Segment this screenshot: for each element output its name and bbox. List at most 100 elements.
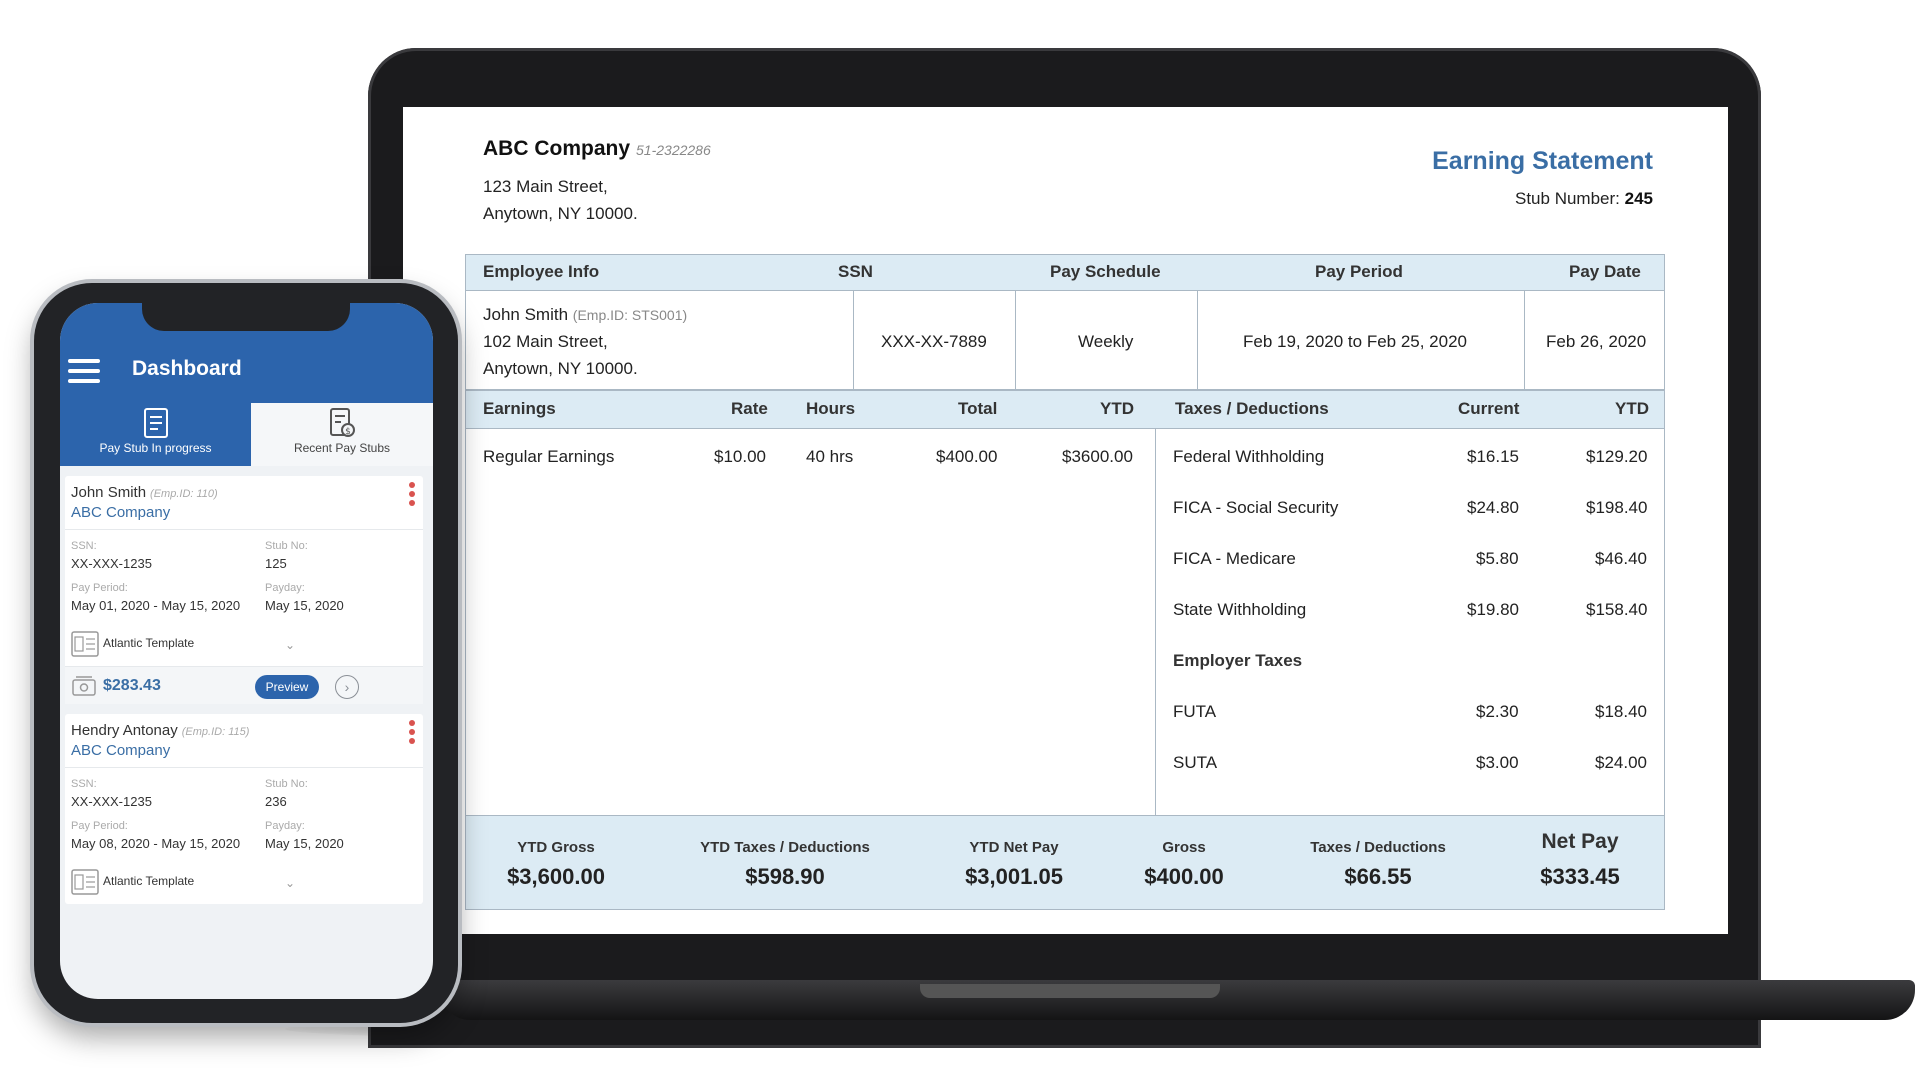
employee-pay-date: Feb 26, 2020 bbox=[1546, 332, 1647, 351]
statement-title: Earning Statement bbox=[1432, 147, 1653, 175]
card-period-label: Pay Period: bbox=[71, 582, 128, 594]
header-ssn: SSN bbox=[838, 262, 873, 281]
employee-name: John Smith bbox=[483, 305, 569, 324]
summary-panel bbox=[465, 815, 1665, 910]
card-employee-name: Hendry Antonay bbox=[71, 722, 178, 739]
card-template: Atlantic Template bbox=[103, 874, 195, 888]
card-employee-id: (Emp.ID: 115) bbox=[181, 726, 250, 738]
divider bbox=[1015, 290, 1016, 390]
deduction-name: State Withholding bbox=[1173, 600, 1307, 619]
summary-gross-value: $400.00 bbox=[1144, 864, 1224, 889]
card-payday-label: Payday: bbox=[265, 820, 305, 832]
employee-pay-schedule: Weekly bbox=[1078, 332, 1134, 351]
card-payday: May 15, 2020 bbox=[265, 836, 344, 851]
card-ssn: XX-XXX-1235 bbox=[71, 556, 152, 571]
header-pay-date: Pay Date bbox=[1569, 262, 1641, 281]
deduction-current: $24.80 bbox=[1467, 498, 1519, 517]
phone-notch bbox=[142, 303, 350, 331]
divider bbox=[65, 529, 423, 530]
employer-tax-name: SUTA bbox=[1173, 753, 1218, 772]
card-employee-line: John Smith (Emp.ID: 110) bbox=[71, 484, 218, 501]
divider bbox=[1155, 428, 1156, 816]
laptop-notch bbox=[920, 984, 1220, 998]
chevron-down-icon[interactable]: ⌄ bbox=[285, 638, 295, 652]
summary-ytd-net-value: $3,001.05 bbox=[965, 864, 1063, 889]
template-icon bbox=[71, 869, 99, 895]
dashboard-title: Dashboard bbox=[132, 357, 242, 380]
employer-tax-ytd: $24.00 bbox=[1595, 753, 1647, 772]
deduction-ytd: $158.40 bbox=[1586, 600, 1648, 619]
summary-taxes-value: $66.55 bbox=[1344, 864, 1412, 889]
svg-text:$: $ bbox=[345, 427, 351, 437]
header-pay-period: Pay Period bbox=[1315, 262, 1403, 281]
earning-rate: $10.00 bbox=[714, 447, 766, 466]
card-ssn: XX-XXX-1235 bbox=[71, 794, 152, 809]
pay-stub-card[interactable]: John Smith (Emp.ID: 110) ABC Company SSN:… bbox=[65, 476, 423, 704]
money-icon bbox=[72, 676, 96, 696]
divider bbox=[853, 290, 854, 390]
company-name: ABC Company bbox=[483, 137, 631, 160]
divider bbox=[65, 767, 423, 768]
divider bbox=[1524, 290, 1525, 390]
card-amount: $283.43 bbox=[103, 677, 161, 694]
header-earnings: Earnings bbox=[483, 399, 556, 418]
earning-hours: 40 hrs bbox=[806, 447, 854, 466]
chevron-right-icon[interactable]: › bbox=[335, 675, 359, 699]
more-options-icon[interactable] bbox=[409, 720, 415, 747]
company-address-line1: 123 Main Street, bbox=[483, 177, 608, 196]
card-period: May 01, 2020 - May 15, 2020 bbox=[71, 598, 241, 613]
card-ssn-label: SSN: bbox=[71, 778, 97, 790]
card-stub-number: 236 bbox=[265, 794, 287, 809]
hamburger-menu-icon[interactable] bbox=[68, 359, 100, 383]
header-current: Current bbox=[1458, 399, 1520, 418]
header-taxes-deductions: Taxes / Deductions bbox=[1175, 399, 1329, 418]
earning-statement: ABC Company 51-2322286 123 Main Street, A… bbox=[403, 107, 1728, 934]
deduction-name: FICA - Medicare bbox=[1173, 549, 1296, 568]
preview-button[interactable]: Preview bbox=[255, 675, 319, 699]
employer-taxes-label: Employer Taxes bbox=[1173, 651, 1303, 670]
chevron-down-icon[interactable]: ⌄ bbox=[285, 876, 295, 890]
header-total: Total bbox=[958, 399, 998, 418]
more-options-icon[interactable] bbox=[409, 482, 415, 509]
earning-total: $400.00 bbox=[936, 447, 998, 466]
tab-pay-stub-in-progress[interactable]: Pay Stub In progress bbox=[60, 403, 251, 466]
company-address: 123 Main Street, Anytown, NY 10000. bbox=[483, 173, 638, 227]
summary-net-pay-value: $333.45 bbox=[1540, 864, 1620, 889]
employer-tax-current: $3.00 bbox=[1476, 753, 1519, 772]
card-company: ABC Company bbox=[71, 742, 171, 759]
summary-ytd-taxes-label: YTD Taxes / Deductions bbox=[700, 839, 870, 856]
company-address-line2: Anytown, NY 10000. bbox=[483, 204, 638, 223]
tab-label: Recent Pay Stubs bbox=[293, 441, 391, 455]
card-stub-number: 125 bbox=[265, 556, 287, 571]
employer-tax-current: $2.30 bbox=[1476, 702, 1519, 721]
stub-number-line: Stub Number: 245 bbox=[1515, 189, 1653, 209]
pay-stub-card[interactable]: Hendry Antonay (Emp.ID: 115) ABC Company … bbox=[65, 714, 423, 904]
summary-ytd-gross-value: $3,600.00 bbox=[507, 864, 605, 889]
stub-number-label: Stub Number: bbox=[1515, 189, 1620, 208]
card-employee-line: Hendry Antonay (Emp.ID: 115) bbox=[71, 722, 249, 739]
employee-address-line1: 102 Main Street, bbox=[483, 332, 608, 351]
earning-ytd: $3600.00 bbox=[1062, 447, 1133, 466]
employee-name-line: John Smith (Emp.ID: STS001) bbox=[483, 305, 687, 325]
template-icon bbox=[71, 631, 99, 657]
card-payday: May 15, 2020 bbox=[265, 598, 344, 613]
header-ytd: YTD bbox=[1100, 399, 1134, 418]
deduction-ytd: $198.40 bbox=[1586, 498, 1648, 517]
tab-recent-pay-stubs[interactable]: $ Recent Pay Stubs bbox=[251, 403, 433, 466]
summary-ytd-gross-label: YTD Gross bbox=[517, 839, 595, 856]
card-ssn-label: SSN: bbox=[71, 540, 97, 552]
deduction-current: $16.15 bbox=[1467, 447, 1519, 466]
employer-tax-ytd: $18.40 bbox=[1595, 702, 1647, 721]
divider bbox=[1197, 290, 1198, 390]
deduction-current: $5.80 bbox=[1476, 549, 1519, 568]
deduction-ytd: $46.40 bbox=[1595, 549, 1647, 568]
card-payday-label: Payday: bbox=[265, 582, 305, 594]
card-employee-id: (Emp.ID: 110) bbox=[150, 488, 218, 500]
tab-label: Pay Stub In progress bbox=[99, 441, 212, 455]
company-header: ABC Company 51-2322286 bbox=[483, 137, 711, 161]
phone-screen: Dashboard Pay Stub In progress $ Recent … bbox=[60, 303, 433, 999]
header-deductions-ytd: YTD bbox=[1615, 399, 1649, 418]
header-hours: Hours bbox=[806, 399, 856, 418]
card-period-label: Pay Period: bbox=[71, 820, 128, 832]
summary-gross-label: Gross bbox=[1162, 839, 1206, 856]
